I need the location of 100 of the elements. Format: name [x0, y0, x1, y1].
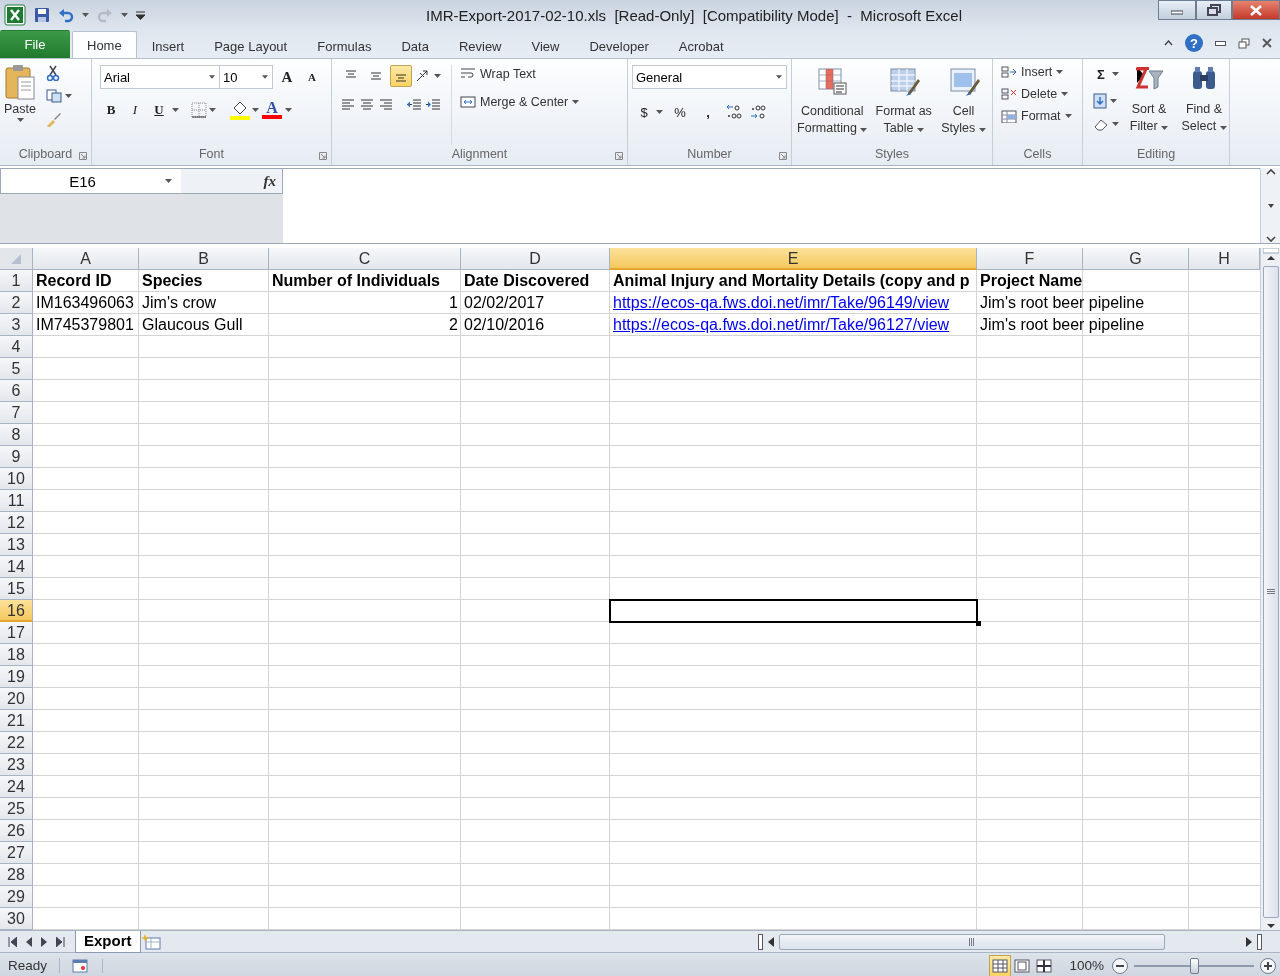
row-header[interactable]: 3 [0, 314, 33, 336]
zoom-out-button[interactable] [1112, 957, 1128, 974]
row-header[interactable]: 21 [0, 710, 33, 732]
close-button[interactable] [1232, 0, 1280, 20]
column-header[interactable]: D [461, 248, 610, 270]
column-header[interactable]: B [139, 248, 269, 270]
row-header[interactable]: 14 [0, 556, 33, 578]
ribbon-tab[interactable]: Acrobat [663, 34, 739, 58]
number-format-field[interactable]: General [632, 65, 787, 89]
row-header[interactable]: 2 [0, 292, 33, 314]
insert-function-button[interactable]: fx [263, 172, 276, 190]
grow-font-button[interactable]: A [276, 66, 298, 88]
merge-center-button[interactable]: Merge & Center [460, 95, 580, 109]
macro-record-icon [72, 958, 89, 973]
ribbon-tab[interactable]: Review [443, 34, 517, 58]
ribbon-tab[interactable]: Page Layout [199, 34, 303, 58]
row-header[interactable]: 12 [0, 512, 33, 534]
wrap-text-button[interactable]: Wrap Text [460, 67, 580, 81]
caret-icon [121, 13, 128, 17]
row-header[interactable]: 24 [0, 776, 33, 798]
undo-icon [58, 7, 74, 23]
row-header[interactable]: 22 [0, 732, 33, 754]
column-header[interactable]: G [1083, 248, 1189, 270]
minimize-button[interactable] [1158, 0, 1196, 20]
zoom-slider-thumb[interactable] [1190, 957, 1199, 974]
row-header[interactable]: 28 [0, 864, 33, 886]
row-header[interactable]: 8 [0, 424, 33, 446]
row-header[interactable]: 5 [0, 358, 33, 380]
autosum-button[interactable]: Σ [1093, 63, 1109, 85]
ribbon-tab[interactable]: Insert [136, 34, 200, 58]
delete-button[interactable]: Delete [1001, 87, 1082, 101]
ribbon-tab[interactable]: Home [72, 31, 137, 58]
cell-styles-button[interactable]: Cell Styles [939, 65, 988, 145]
normal-view-icon[interactable] [989, 954, 1012, 976]
bold-button[interactable]: B [100, 99, 122, 121]
shrink-font-button[interactable]: A [301, 66, 323, 88]
scrollbar-thumb[interactable] [1262, 266, 1279, 918]
column-header[interactable]: A [33, 248, 139, 270]
text-align-icon [340, 97, 356, 113]
ribbon-tab[interactable]: File [0, 30, 70, 58]
sort-filter-button[interactable]: Sort & Filter [1127, 63, 1171, 145]
row-header[interactable]: 29 [0, 886, 33, 908]
column-header[interactable]: H [1189, 248, 1260, 270]
grip-icon [1266, 589, 1275, 595]
wrap-text-icon [460, 67, 476, 81]
insert-button[interactable]: Insert [1001, 65, 1082, 79]
find-select-button[interactable]: Find & Select [1179, 63, 1229, 145]
text-align-icon [359, 97, 375, 113]
row-header[interactable]: 16 [0, 600, 33, 622]
ribbon-tab[interactable]: Developer [574, 34, 664, 58]
underline-button[interactable]: U [148, 99, 170, 121]
row-header[interactable]: 4 [0, 336, 33, 358]
comma-button[interactable]: , [697, 101, 719, 123]
row-header[interactable]: 27 [0, 842, 33, 864]
font-name-field[interactable]: Arial [100, 65, 220, 89]
paste-button[interactable]: Paste [4, 63, 36, 145]
ribbon-tab[interactable]: Data [386, 34, 444, 58]
view-icon [991, 956, 1010, 975]
row-header[interactable]: 30 [0, 908, 33, 930]
row-header[interactable]: 17 [0, 622, 33, 644]
conditional-formatting-button[interactable]: Conditional Formatting [796, 65, 869, 145]
percent-button[interactable]: % [669, 101, 691, 123]
text-align-icon [378, 97, 394, 113]
row-header[interactable]: 26 [0, 820, 33, 842]
row-header[interactable]: 9 [0, 446, 33, 468]
ribbon-tab[interactable]: View [516, 34, 575, 58]
column-header[interactable]: C [269, 248, 461, 270]
font-color-button[interactable]: A [261, 99, 283, 121]
row-header[interactable]: 18 [0, 644, 33, 666]
link[interactable]: https://ecos-qa.fws.doi.net/imr/Take/96149/view [613, 294, 950, 311]
zoom-in-button[interactable] [1260, 957, 1276, 974]
sheet-tab[interactable]: Export [75, 930, 141, 953]
caret-icon [656, 110, 663, 114]
link[interactable]: https://ecos-qa.fws.doi.net/imr/Take/96127/view [613, 316, 950, 333]
format-button[interactable]: Format [1001, 109, 1082, 123]
row-header[interactable]: 10 [0, 468, 33, 490]
text-orientation-icon [415, 69, 431, 83]
italic-button[interactable]: I [124, 99, 146, 121]
scrollbar-thumb[interactable] [779, 933, 1165, 950]
row-header[interactable]: 15 [0, 578, 33, 600]
row-header[interactable]: 20 [0, 688, 33, 710]
row-header[interactable]: 13 [0, 534, 33, 556]
cell-text: IM163496063 [36, 294, 134, 311]
currency-button[interactable]: $ [638, 101, 650, 123]
row-header[interactable]: 11 [0, 490, 33, 512]
row-header[interactable]: 25 [0, 798, 33, 820]
help-button[interactable]: ? [1185, 34, 1203, 52]
vertical-align-button[interactable] [390, 65, 412, 87]
format-as-table-button[interactable]: Format as Table [872, 65, 936, 145]
column-header[interactable]: F [977, 248, 1083, 270]
ribbon-tab[interactable]: Formulas [302, 34, 387, 58]
row-header[interactable]: 7 [0, 402, 33, 424]
name-box[interactable]: E16 [1, 169, 181, 193]
row-header[interactable]: 19 [0, 666, 33, 688]
font-size-field[interactable]: 10 [219, 65, 273, 89]
row-header[interactable]: 1 [0, 270, 33, 292]
restore-button[interactable] [1196, 0, 1232, 20]
row-header[interactable]: 23 [0, 754, 33, 776]
row-header[interactable]: 6 [0, 380, 33, 402]
column-header[interactable]: E [610, 248, 977, 270]
